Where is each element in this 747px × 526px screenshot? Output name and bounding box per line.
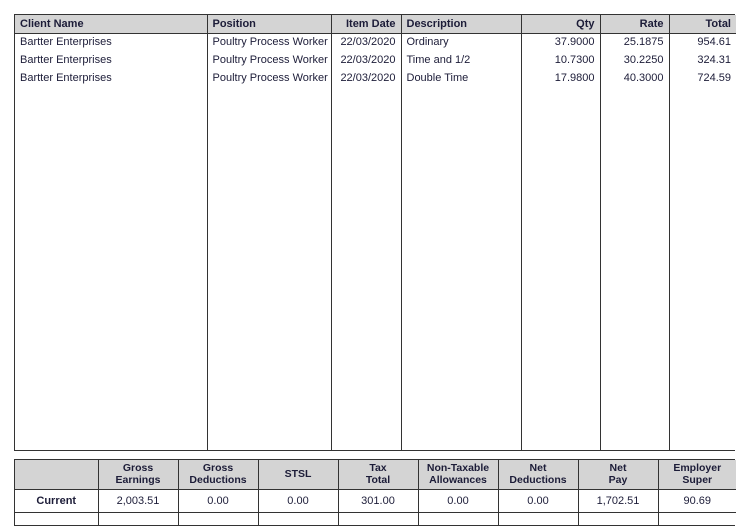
column-header-description[interactable]: Description <box>401 15 522 34</box>
pay-items-table-container: Client Name Position Item Date Description Q… <box>14 14 736 451</box>
cell-qty: 10.7300 <box>521 51 601 69</box>
summary-cell-clipped <box>498 512 579 525</box>
empty-cell <box>600 87 670 450</box>
summary-header-row: Gross Earnings Gross Deductions STSL Tax To… <box>15 460 736 490</box>
cell-rate: 40.3000 <box>600 69 670 87</box>
summary-header-stsl[interactable]: STSL <box>258 460 339 490</box>
summary-cell-non-taxable-allowances: 0.00 <box>418 489 499 513</box>
table-header-row: Client Name Position Item Date Description Q… <box>15 15 736 34</box>
table-row[interactable]: Bartter Enterprises Poultry Process Worke… <box>15 69 736 87</box>
empty-cell <box>15 87 208 450</box>
column-header-qty[interactable]: Qty <box>521 15 601 34</box>
summary-cell-clipped <box>338 512 419 525</box>
cell-client-name: Bartter Enterprises <box>15 69 208 87</box>
summary-cell-clipped <box>418 512 499 525</box>
summary-header-tax-total[interactable]: Tax Total <box>338 460 419 490</box>
summary-header-non-taxable-allowances[interactable]: Non-Taxable Allowances <box>418 460 499 490</box>
summary-cell-stsl: 0.00 <box>258 489 339 513</box>
pay-summary-table: Gross Earnings Gross Deductions STSL Tax To… <box>15 460 736 525</box>
summary-cell-clipped <box>258 512 339 525</box>
cell-client-name: Bartter Enterprises <box>15 51 208 69</box>
cell-position: Poultry Process Worker <box>207 33 332 51</box>
payslip-detail-page: Client Name Position Item Date Description Q… <box>0 0 747 526</box>
cell-rate: 25.1875 <box>600 33 670 51</box>
cell-total: 324.31 <box>669 51 736 69</box>
empty-cell <box>331 87 402 450</box>
pay-summary-table-header: Gross Earnings Gross Deductions STSL Tax To… <box>15 460 736 490</box>
summary-header-net-pay[interactable]: Net Pay <box>578 460 659 490</box>
pay-items-table: Client Name Position Item Date Description Q… <box>15 15 736 450</box>
cell-qty: 37.9000 <box>521 33 601 51</box>
table-row[interactable]: Bartter Enterprises Poultry Process Worke… <box>15 33 736 51</box>
column-header-rate[interactable]: Rate <box>600 15 670 34</box>
column-header-item-date[interactable]: Item Date <box>331 15 402 34</box>
empty-cell <box>669 87 736 450</box>
summary-row[interactable]: Current 2,003.51 0.00 0.00 301.00 0.00 0.00 1,7… <box>15 489 736 513</box>
column-header-position[interactable]: Position <box>207 15 332 34</box>
table-row[interactable]: Bartter Enterprises Poultry Process Worke… <box>15 51 736 69</box>
summary-header-blank[interactable] <box>15 460 99 490</box>
pay-items-table-header: Client Name Position Item Date Description Q… <box>15 15 736 34</box>
pay-summary-table-body: Current 2,003.51 0.00 0.00 301.00 0.00 0.00 1,7… <box>15 489 736 525</box>
cell-total: 724.59 <box>669 69 736 87</box>
empty-cell <box>521 87 601 450</box>
cell-position: Poultry Process Worker <box>207 69 332 87</box>
cell-total: 954.61 <box>669 33 736 51</box>
summary-cell-clipped <box>578 512 659 525</box>
cell-position: Poultry Process Worker <box>207 51 332 69</box>
cell-rate: 30.2250 <box>600 51 670 69</box>
table-empty-space <box>15 87 736 450</box>
cell-description: Time and 1/2 <box>401 51 522 69</box>
column-header-total[interactable]: Total <box>669 15 736 34</box>
summary-cell-net-pay: 1,702.51 <box>578 489 659 513</box>
summary-row-partial[interactable] <box>15 512 736 525</box>
cell-item-date: 22/03/2020 <box>331 69 402 87</box>
summary-cell-clipped <box>98 512 179 525</box>
pay-summary-table-container: Gross Earnings Gross Deductions STSL Tax To… <box>14 459 736 526</box>
cell-qty: 17.9800 <box>521 69 601 87</box>
summary-cell-gross-earnings: 2,003.51 <box>98 489 179 513</box>
column-header-client-name[interactable]: Client Name <box>15 15 208 34</box>
cell-description: Double Time <box>401 69 522 87</box>
summary-header-net-deductions[interactable]: Net Deductions <box>498 460 579 490</box>
summary-header-gross-deductions[interactable]: Gross Deductions <box>178 460 259 490</box>
summary-cell-clipped <box>658 512 736 525</box>
summary-cell-gross-deductions: 0.00 <box>178 489 259 513</box>
cell-description: Ordinary <box>401 33 522 51</box>
summary-cell-clipped <box>15 512 99 525</box>
cell-client-name: Bartter Enterprises <box>15 33 208 51</box>
summary-header-employer-super[interactable]: Employer Super <box>658 460 736 490</box>
summary-cell-clipped <box>178 512 259 525</box>
cell-item-date: 22/03/2020 <box>331 51 402 69</box>
cell-item-date: 22/03/2020 <box>331 33 402 51</box>
empty-cell <box>401 87 522 450</box>
pay-items-table-body: Bartter Enterprises Poultry Process Worke… <box>15 33 736 450</box>
summary-header-gross-earnings[interactable]: Gross Earnings <box>98 460 179 490</box>
summary-cell-row-label: Current <box>15 489 99 513</box>
summary-cell-employer-super: 90.69 <box>658 489 736 513</box>
summary-cell-net-deductions: 0.00 <box>498 489 579 513</box>
summary-cell-tax-total: 301.00 <box>338 489 419 513</box>
empty-cell <box>207 87 332 450</box>
